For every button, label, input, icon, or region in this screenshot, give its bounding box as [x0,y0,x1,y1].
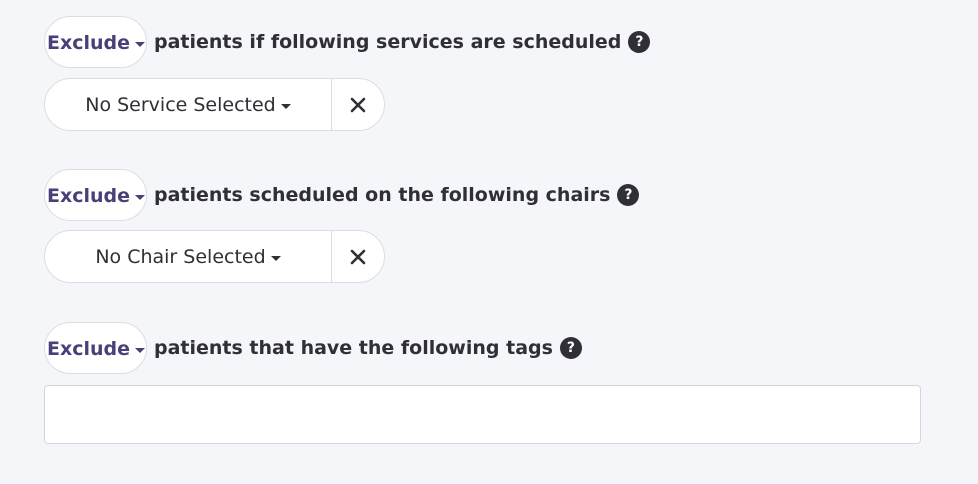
chair-select-label: No Chair Selected [95,245,266,268]
services-rule-row: Exclude patients if following services a… [44,16,651,68]
tags-mode-label: Exclude [46,338,131,360]
service-clear-button[interactable] [332,79,384,130]
chairs-mode-dropdown[interactable]: Exclude [44,169,147,221]
services-mode-dropdown[interactable]: Exclude [44,16,147,68]
chevron-down-icon [135,41,146,47]
chairs-rule-label: patients scheduled on the following chai… [154,184,611,206]
chevron-down-icon [135,347,146,353]
services-rule-label: patients if following services are sched… [154,31,622,53]
chair-select-group: No Chair Selected [44,230,385,283]
chairs-mode-label: Exclude [46,185,131,207]
chairs-rule-row: Exclude patients scheduled on the follow… [44,169,640,221]
chairs-rule-text: patients scheduled on the following chai… [154,184,640,206]
services-rule-text: patients if following services are sched… [154,31,651,53]
service-select-label: No Service Selected [85,93,276,116]
chevron-down-icon [270,256,281,261]
service-select-group: No Service Selected [44,78,385,131]
chevron-down-icon [280,104,291,109]
close-icon [350,249,366,264]
chevron-down-icon [135,194,146,200]
help-icon[interactable]: ? [628,31,651,53]
help-icon[interactable]: ? [617,184,640,206]
tags-rule-label: patients that have the following tags [154,337,553,359]
tags-rule-row: Exclude patients that have the following… [44,322,582,374]
tags-rule-text: patients that have the following tags ? [154,337,582,359]
tags-mode-dropdown[interactable]: Exclude [44,322,147,374]
services-mode-label: Exclude [46,32,131,54]
service-select[interactable]: No Service Selected [45,79,332,130]
help-icon[interactable]: ? [559,337,582,359]
close-icon [350,97,366,112]
chair-clear-button[interactable] [332,231,384,282]
tags-input[interactable] [44,385,921,444]
chair-select[interactable]: No Chair Selected [45,231,332,282]
